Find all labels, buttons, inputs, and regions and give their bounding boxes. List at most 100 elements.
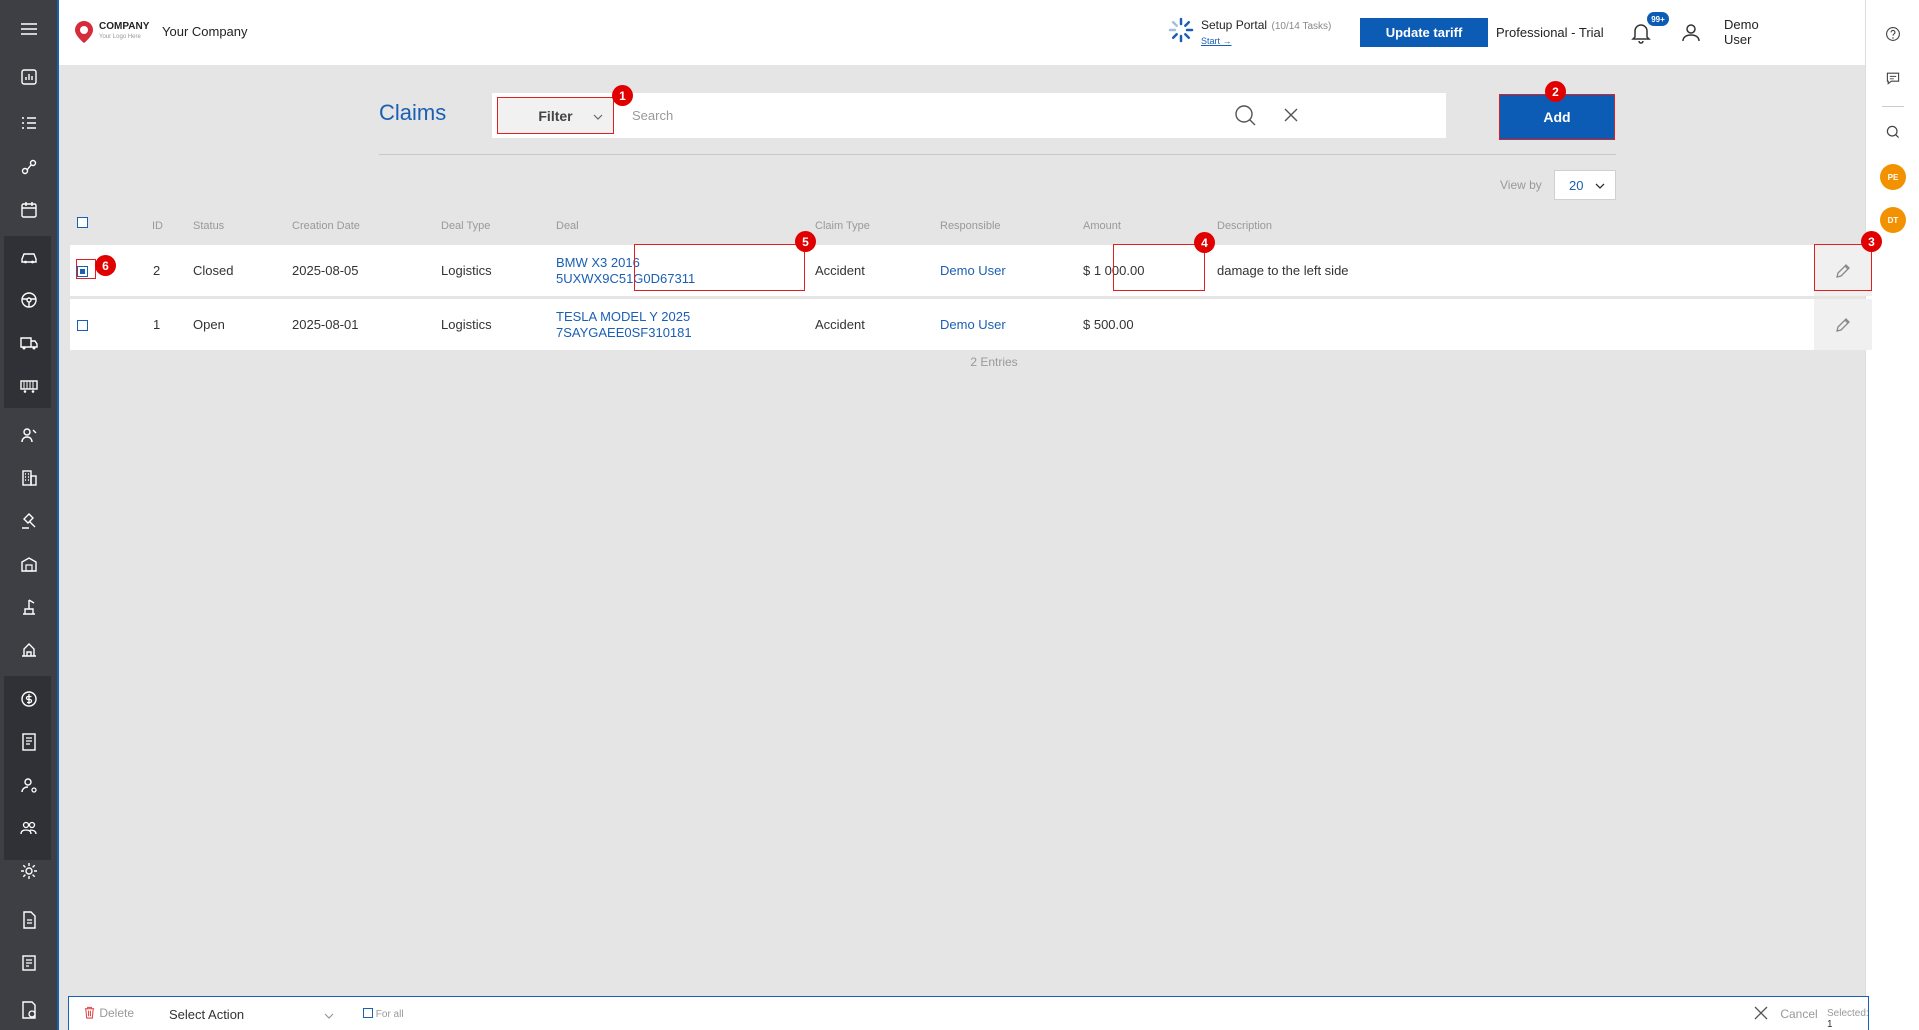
edit-button[interactable]: [1814, 245, 1872, 296]
delete-label: Delete: [99, 1006, 135, 1020]
column-header[interactable]: Deal: [556, 220, 579, 232]
steering-wheel-icon[interactable]: [10, 283, 48, 317]
update-tariff-button[interactable]: Update tariff: [1360, 18, 1488, 47]
setup-portal[interactable]: Setup Portal (10/14 Tasks) Start →: [1167, 16, 1331, 46]
progress-spinner-icon: [1168, 17, 1194, 43]
cell-id: 2: [153, 263, 161, 278]
chevron-down-icon: [593, 114, 603, 120]
view-by-select[interactable]: 20: [1554, 170, 1616, 200]
trailer-icon[interactable]: [10, 369, 48, 403]
filter-button[interactable]: Filter: [497, 97, 614, 134]
team-icon[interactable]: [10, 811, 48, 845]
row-checkbox[interactable]: [77, 265, 88, 280]
cell-id: 1: [153, 317, 161, 332]
table-header: ID Status Creation Date Deal Type Deal C…: [70, 210, 1872, 240]
column-header[interactable]: Claim Type: [815, 220, 870, 232]
invoice-icon[interactable]: [10, 725, 48, 759]
cell-deal-type: Logistics: [441, 317, 492, 332]
menu-icon[interactable]: [10, 12, 48, 46]
finance-icon[interactable]: [10, 682, 48, 716]
port-icon[interactable]: [10, 633, 48, 667]
responsible-link[interactable]: Demo User: [940, 317, 1006, 332]
logo-pin-icon: [73, 20, 95, 44]
column-header[interactable]: Status: [193, 220, 224, 232]
deal-link[interactable]: TESLA MODEL Y 2025 7SAYGAEE0SF310181: [556, 309, 692, 341]
report-icon[interactable]: [10, 946, 48, 980]
main-content: Claims Filter Add View by 20 ID Status C…: [59, 65, 1882, 1030]
search-toolbar: Filter: [492, 93, 1446, 138]
notification-badge: 99+: [1647, 12, 1669, 26]
column-header[interactable]: Responsible: [940, 220, 1001, 232]
dashboard-icon[interactable]: [10, 60, 48, 94]
user-name[interactable]: Demo User: [1724, 17, 1784, 47]
bulk-action-bar: Delete Select Action For all Cancel Sele…: [68, 996, 1869, 1030]
close-icon[interactable]: [1280, 104, 1302, 126]
cell-amount: $ 1 000.00: [1083, 263, 1145, 278]
help-icon[interactable]: [1882, 23, 1904, 45]
user-icon[interactable]: [1680, 21, 1702, 43]
for-all-checkbox[interactable]: For all: [363, 1008, 404, 1020]
select-action-dropdown[interactable]: Select Action: [169, 1007, 334, 1022]
search-input[interactable]: [632, 103, 1172, 128]
table-row[interactable]: 2 Closed 2025-08-05 Logistics BMW X3 201…: [70, 245, 1872, 296]
annotation-marker: 4: [1194, 232, 1215, 253]
cancel-button[interactable]: Cancel: [1753, 1005, 1818, 1021]
search-icon[interactable]: [1882, 121, 1904, 143]
building-icon[interactable]: [10, 461, 48, 495]
deal-name: TESLA MODEL Y 2025: [556, 309, 691, 324]
search-icon[interactable]: [1232, 102, 1258, 128]
entries-count: 2 Entries: [970, 355, 1018, 369]
claims-icon[interactable]: [10, 993, 48, 1027]
logo-text: COMPANY: [99, 21, 150, 32]
avatar[interactable]: DT: [1880, 207, 1906, 233]
crane-icon[interactable]: [10, 590, 48, 624]
calendar-icon[interactable]: [10, 193, 48, 227]
close-icon: [1754, 1006, 1768, 1020]
select-all-checkbox[interactable]: [77, 217, 88, 231]
avatar[interactable]: PE: [1880, 164, 1906, 190]
truck-icon[interactable]: [10, 326, 48, 360]
cell-claim-type: Accident: [815, 263, 865, 278]
car-icon[interactable]: [10, 240, 48, 274]
document-icon[interactable]: [10, 903, 48, 937]
column-header[interactable]: Amount: [1083, 220, 1121, 232]
chat-icon[interactable]: [1882, 67, 1904, 89]
pencil-icon: [1836, 317, 1850, 332]
column-header[interactable]: ID: [152, 220, 163, 232]
annotation-marker: 5: [795, 231, 816, 252]
column-header[interactable]: Description: [1217, 220, 1272, 232]
deal-vin: 7SAYGAEE0SF310181: [556, 325, 692, 340]
auction-icon[interactable]: [10, 504, 48, 538]
selected-label: Selected:: [1827, 1008, 1869, 1019]
deal-name: BMW X3 2016: [556, 255, 640, 270]
cell-date: 2025-08-05: [292, 263, 359, 278]
column-header[interactable]: Deal Type: [441, 220, 490, 232]
setup-start-link[interactable]: Start →: [1201, 36, 1331, 46]
cancel-label: Cancel: [1780, 1007, 1818, 1021]
column-header[interactable]: Creation Date: [292, 220, 360, 232]
responsible-link[interactable]: Demo User: [940, 263, 1006, 278]
cell-amount: $ 500.00: [1083, 317, 1134, 332]
deal-link[interactable]: BMW X3 2016 5UXWX9C51G0D67311: [556, 255, 695, 287]
contacts-icon[interactable]: [10, 418, 48, 452]
list-icon[interactable]: [10, 106, 48, 140]
select-action-label: Select Action: [169, 1007, 245, 1022]
table-row[interactable]: 1 Open 2025-08-01 Logistics TESLA MODEL …: [70, 299, 1872, 350]
annotation-marker: 6: [95, 255, 116, 276]
cell-deal-type: Logistics: [441, 263, 492, 278]
route-icon[interactable]: [10, 150, 48, 184]
plan-label: Professional - Trial: [1496, 25, 1604, 40]
cell-claim-type: Accident: [815, 317, 865, 332]
settings-gear-icon[interactable]: [10, 854, 48, 888]
divider: [379, 154, 1616, 155]
pencil-icon: [1836, 263, 1850, 278]
selected-count: 1: [1827, 1019, 1833, 1030]
delete-button[interactable]: Delete: [83, 1006, 134, 1020]
row-checkbox[interactable]: [77, 319, 88, 334]
company-name: Your Company: [162, 24, 248, 39]
warehouse-icon[interactable]: [10, 547, 48, 581]
setup-title: Setup Portal: [1201, 18, 1268, 32]
user-settings-icon[interactable]: [10, 768, 48, 802]
edit-button[interactable]: [1814, 299, 1872, 350]
company-logo[interactable]: COMPANY Your Logo Here: [73, 18, 157, 46]
